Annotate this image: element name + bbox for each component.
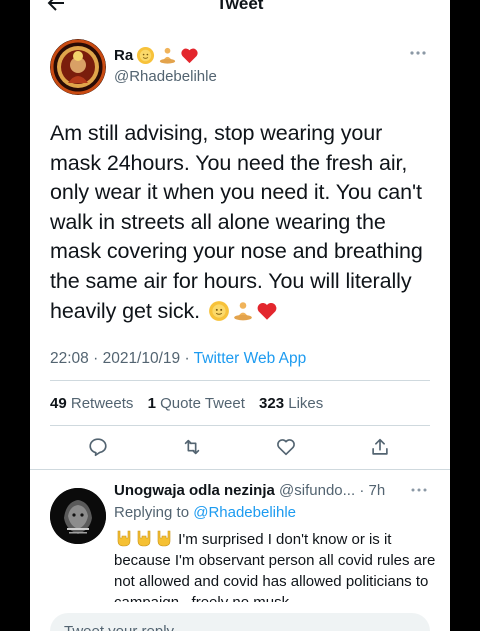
red-heart-emoji-icon bbox=[257, 302, 277, 320]
display-name[interactable]: Ra bbox=[114, 47, 133, 64]
person-lotus-emoji-icon bbox=[160, 47, 176, 64]
tweet-actions bbox=[30, 436, 450, 462]
page-title: Tweet bbox=[216, 0, 264, 13]
app-frame: Tweet Ra @Rhadebelihle Am still advising… bbox=[30, 0, 450, 631]
likes-stat[interactable]: 323 Likes bbox=[259, 395, 323, 412]
replying-mention[interactable]: @Rhadebelihle bbox=[193, 504, 296, 521]
tweet-date[interactable]: 2021/10/19 bbox=[103, 350, 181, 367]
author-name-row[interactable]: Ra bbox=[114, 46, 199, 65]
reply-header: Unogwaja odla nezinja @sifundo... · 7h bbox=[114, 482, 434, 499]
avatar[interactable] bbox=[50, 39, 106, 95]
reply-composer[interactable]: Tweet your reply bbox=[50, 613, 430, 631]
sign-of-horns-emoji-icon bbox=[157, 530, 171, 547]
reply-icon[interactable] bbox=[87, 436, 109, 458]
top-bar: Tweet bbox=[30, 0, 450, 20]
sign-of-horns-emoji-icon bbox=[117, 530, 131, 547]
reply-avatar[interactable] bbox=[50, 488, 106, 544]
red-heart-emoji-icon bbox=[181, 48, 198, 64]
divider bbox=[50, 425, 430, 426]
tweet-body: Am still advising, stop wearing your mas… bbox=[50, 121, 423, 323]
tweet-meta: 22:08 · 2021/10/19 · Twitter Web App bbox=[50, 350, 306, 368]
tweet-text: Am still advising, stop wearing your mas… bbox=[50, 119, 435, 326]
meta-separator: · bbox=[184, 350, 194, 367]
retweet-icon[interactable] bbox=[181, 436, 203, 458]
tweet-source[interactable]: Twitter Web App bbox=[194, 350, 307, 367]
more-options-icon[interactable] bbox=[410, 486, 428, 494]
more-options-icon[interactable] bbox=[408, 48, 428, 58]
divider bbox=[50, 380, 430, 381]
author-handle[interactable]: @Rhadebelihle bbox=[114, 68, 217, 85]
reply-time[interactable]: · 7h bbox=[359, 482, 385, 499]
reply-handle[interactable]: @sifundo... bbox=[279, 482, 355, 499]
reply-text: I'm surprised I don't know or is it beca… bbox=[114, 528, 444, 602]
sun-face-emoji-icon bbox=[137, 46, 155, 65]
replying-to: Replying to @Rhadebelihle bbox=[114, 504, 296, 521]
reply-placeholder[interactable]: Tweet your reply bbox=[64, 623, 174, 631]
section-divider bbox=[30, 469, 450, 470]
reply-display-name[interactable]: Unogwaja odla nezinja bbox=[114, 482, 275, 499]
like-icon[interactable] bbox=[275, 436, 297, 458]
person-lotus-emoji-icon bbox=[234, 301, 252, 320]
quotes-stat[interactable]: 1 Quote Tweet bbox=[148, 395, 245, 412]
meta-separator: · bbox=[93, 350, 103, 367]
sign-of-horns-emoji-icon bbox=[137, 530, 151, 547]
replying-prefix: Replying to bbox=[114, 504, 190, 521]
share-icon[interactable] bbox=[369, 436, 391, 458]
tweet-time[interactable]: 22:08 bbox=[50, 350, 89, 367]
tweet-stats: 49 Retweets 1 Quote Tweet 323 Likes bbox=[50, 395, 333, 412]
sun-face-emoji-icon bbox=[209, 300, 229, 321]
retweets-stat[interactable]: 49 Retweets bbox=[50, 395, 133, 412]
